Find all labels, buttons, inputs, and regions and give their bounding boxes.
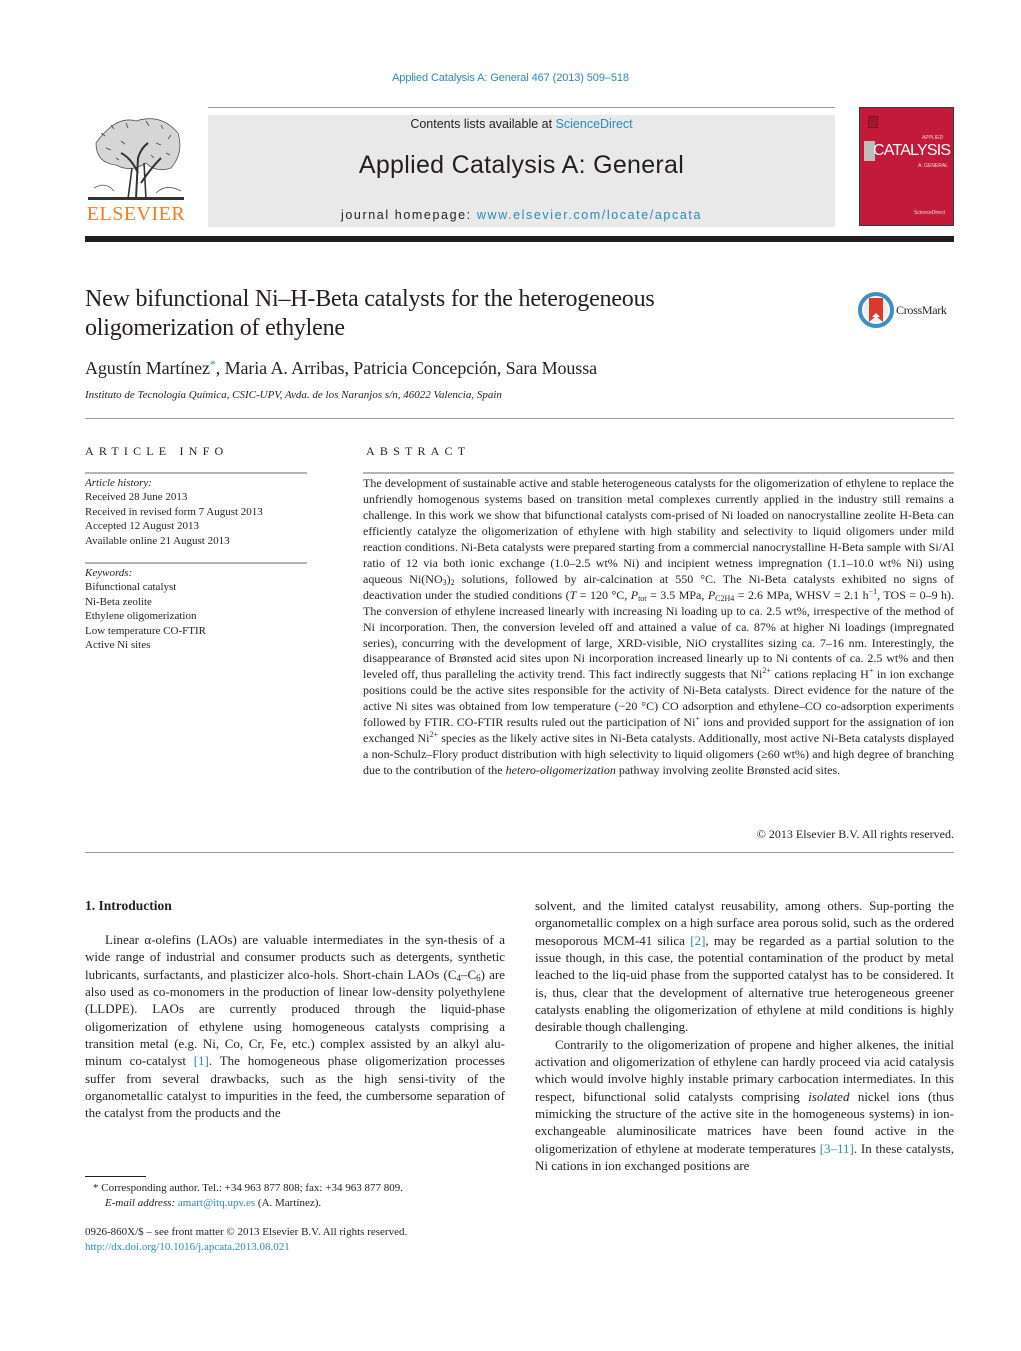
keywords-divider [85,562,307,564]
history-item: Received in revised form 7 August 2013 [85,505,263,518]
author-list: Agustín Martínez*, Maria A. Arribas, Pat… [85,357,597,379]
journal-banner: Contents lists available at ScienceDirec… [208,115,835,227]
crossmark-icon [858,292,894,328]
reference-link[interactable]: [1] [194,1053,209,1068]
keyword-item: Bifunctional catalyst [85,581,177,594]
abstract-text: The development of sustainable active an… [363,476,955,778]
article-history: Article history: Received 28 June 2013 R… [85,476,310,548]
elsevier-logo[interactable]: ELSEVIER [84,113,188,228]
paragraph-continued: solvent, and the limited catalyst reusab… [535,898,954,1035]
cover-emblem-icon [868,116,878,128]
history-item: Received 28 June 2013 [85,491,188,504]
contents-availability: Contents lists available at ScienceDirec… [208,117,835,131]
cover-small-bottom: A: GENERAL [918,163,949,169]
abstract-copyright: © 2013 Elsevier B.V. All rights reserved… [756,827,954,841]
sciencedirect-link[interactable]: ScienceDirect [556,117,633,131]
journal-homepage: journal homepage: www.elsevier.com/locat… [208,208,835,222]
reference-link[interactable]: [2] [690,933,705,948]
journal-citation-link[interactable]: Applied Catalysis A: General 467 (2013) … [0,72,1021,84]
abstract-end-divider [85,852,954,853]
header-top-divider [208,107,835,108]
homepage-link[interactable]: www.elsevier.com/locate/apcata [477,208,702,222]
front-matter: 0926-860X/$ – see front matter © 2013 El… [85,1225,505,1255]
contents-prefix: Contents lists available at [410,117,556,131]
reference-link[interactable]: [3–11] [820,1141,854,1156]
journal-cover-thumbnail[interactable]: APPLIED CATALYSIS A: GENERAL ScienceDire… [859,107,954,226]
header-bottom-rule [85,236,954,242]
cover-footer: ScienceDirect [914,210,945,216]
abstract-divider [363,472,954,474]
journal-title: Applied Catalysis A: General [358,151,685,179]
doi-link[interactable]: http://dx.doi.org/10.1016/j.apcata.2013.… [85,1241,290,1253]
keywords: Keywords: Bifunctional catalyst Ni-Beta … [85,566,310,652]
keyword-item: Ethylene oligomerization [85,610,197,623]
homepage-prefix: journal homepage: [341,208,477,222]
email-link[interactable]: amart@itq.upv.es [178,1197,255,1209]
footnote-divider [85,1176,146,1177]
front-matter-copyright: 0926-860X/$ – see front matter © 2013 El… [85,1226,408,1238]
elsevier-tree-icon [88,118,184,200]
keyword-item: Active Ni sites [85,639,151,652]
body-column-right: solvent, and the limited catalyst reusab… [535,897,954,1175]
cover-small-top: APPLIED [922,135,944,141]
crossmark-label: CrossMark [896,303,947,317]
elsevier-wordmark: ELSEVIER [86,203,186,225]
history-label: Article history: [85,477,152,489]
history-item: Available online 21 August 2013 [85,534,230,547]
section-heading-introduction: 1. Introduction [85,898,172,913]
paragraph: Contrarily to the oligomerization of pro… [535,1036,955,1174]
email-note: E-mail address: amart@itq.upv.es (A. Mar… [105,1197,322,1209]
article-info-heading: ARTICLE INFO [85,444,229,458]
history-item: Accepted 12 August 2013 [85,520,199,533]
author-others: , Maria A. Arribas, Patricia Concepción,… [215,358,597,378]
title-divider [85,418,954,419]
affiliation: Instituto de Tecnología Química, CSIC-UP… [85,389,502,401]
paper-title: New bifunctional Ni–H-Beta catalysts for… [85,286,655,341]
article-info-divider [85,472,307,474]
keyword-item: Low temperature CO-FTIR [85,624,206,637]
crossmark-badge[interactable]: CrossMark [858,292,958,330]
body-column-left: Linear α-olefins (LAOs) are valuable int… [85,932,505,1121]
cover-word: CATALYSIS [873,142,951,159]
keywords-label: Keywords: [85,567,133,579]
author-corresponding[interactable]: Agustín Martínez [85,358,210,378]
abstract-heading: ABSTRACT [366,444,471,458]
keyword-item: Ni-Beta zeolite [85,595,152,608]
corresponding-author-note: * Corresponding author. Tel.: +34 963 87… [93,1182,403,1194]
footnotes: * Corresponding author. Tel.: +34 963 87… [85,1181,505,1211]
